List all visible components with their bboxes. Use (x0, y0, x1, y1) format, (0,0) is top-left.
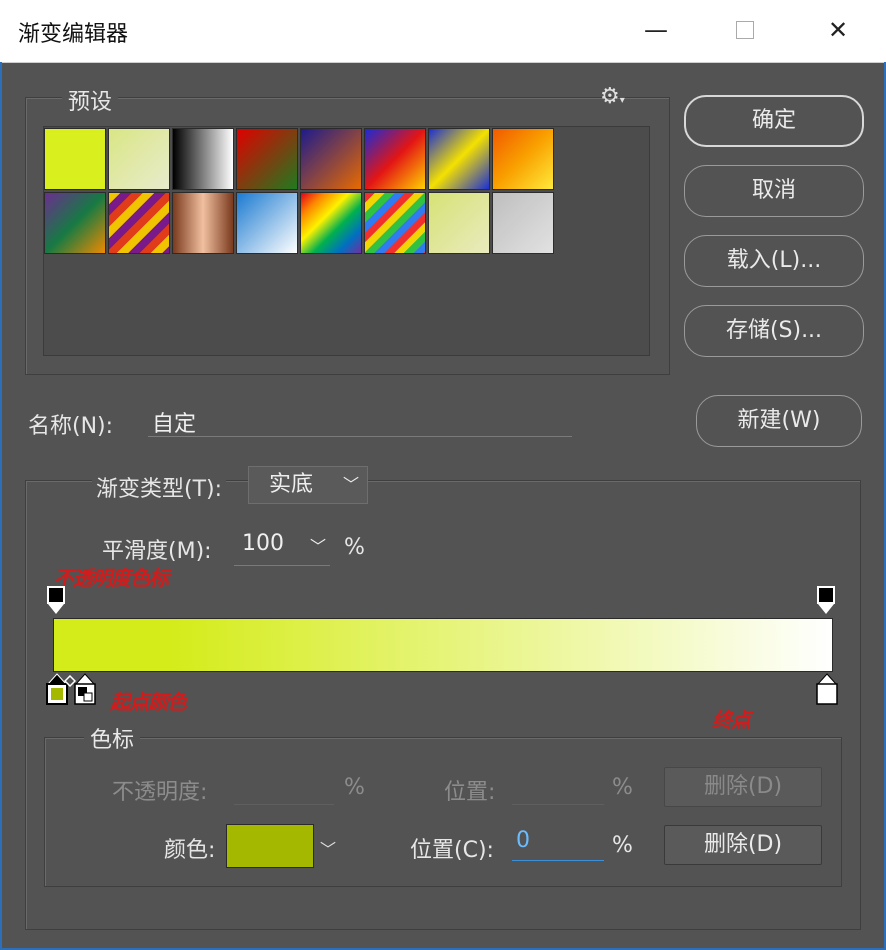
opacity-input (234, 772, 334, 805)
preset-swatch[interactable] (44, 128, 106, 190)
preset-swatch[interactable] (172, 192, 234, 254)
gradient-type-value: 实底 (269, 472, 314, 497)
save-button[interactable]: 存储(S)... (684, 305, 864, 357)
preset-swatch[interactable] (364, 128, 426, 190)
chevron-down-icon: ﹀ (309, 537, 326, 556)
opacity-delete-button[interactable]: 删除(D) (664, 767, 822, 807)
minimize-button[interactable]: — (636, 12, 676, 48)
color-swatch[interactable] (226, 824, 314, 868)
stops-legend: 色标 (84, 722, 141, 754)
annotation-end-color: 终点 (712, 708, 751, 732)
window-title: 渐变编辑器 (18, 22, 129, 47)
color-position-unit: % (612, 833, 633, 858)
opacity-position-input (512, 772, 604, 805)
opacity-stop-left[interactable] (47, 586, 65, 614)
preset-swatch[interactable] (236, 128, 298, 190)
color-stop-right[interactable] (816, 672, 838, 710)
name-input[interactable]: 自定 (148, 406, 572, 437)
preset-swatch[interactable] (492, 192, 554, 254)
annotation-start-color: 起点颜色 (110, 690, 187, 714)
preset-swatch[interactable] (300, 128, 362, 190)
chevron-down-icon: ﹀ (342, 475, 359, 494)
preset-swatch[interactable] (108, 128, 170, 190)
presets-legend: 预设 (62, 84, 119, 116)
cancel-button[interactable]: 取消 (684, 165, 864, 217)
new-button[interactable]: 新建(W) (696, 395, 862, 447)
preset-swatch[interactable] (108, 192, 170, 254)
preset-swatch[interactable] (236, 192, 298, 254)
gradient-type-select[interactable]: 实底 ﹀ (248, 466, 368, 504)
preset-swatch[interactable] (428, 192, 490, 254)
preset-swatch[interactable] (428, 128, 490, 190)
color-label: 颜色: (164, 838, 216, 863)
opacity-position-unit: % (612, 775, 633, 800)
maximize-icon (736, 21, 754, 39)
opacity-unit: % (344, 775, 365, 800)
smoothness-value: 100 (242, 531, 284, 556)
color-position-input[interactable]: 0 (512, 828, 604, 861)
smoothness-label: 平滑度(M): (102, 539, 212, 564)
smoothness-unit: % (344, 535, 365, 560)
opacity-position-label: 位置: (444, 780, 496, 805)
color-position-value: 0 (516, 828, 530, 853)
load-button[interactable]: 载入(L)... (684, 235, 864, 287)
chevron-down-icon[interactable]: ﹀ (320, 836, 336, 860)
window-border-left (0, 62, 2, 950)
maximize-button[interactable] (725, 12, 765, 48)
gear-icon[interactable]: ⚙▾ (600, 84, 625, 109)
ok-button[interactable]: 确定 (684, 95, 864, 147)
gradient-type-label: 渐变类型(T): (92, 471, 227, 503)
opacity-label: 不透明度: (112, 780, 208, 805)
name-label: 名称(N): (28, 414, 114, 439)
gradient-preview-bar[interactable] (53, 618, 833, 672)
smoothness-input[interactable]: 100 ﹀ (234, 531, 330, 566)
preset-swatch[interactable] (44, 192, 106, 254)
foreground-color-stop[interactable] (74, 672, 96, 710)
close-button[interactable]: ✕ (818, 12, 858, 48)
annotation-opacity-stop: 不透明度色标 (54, 566, 169, 590)
color-position-label: 位置(C): (410, 838, 494, 863)
color-delete-button[interactable]: 删除(D) (664, 825, 822, 865)
opacity-stop-right[interactable] (817, 586, 835, 614)
preset-swatch[interactable] (300, 192, 362, 254)
preset-swatch[interactable] (364, 192, 426, 254)
preset-swatch[interactable] (172, 128, 234, 190)
preset-swatch[interactable] (492, 128, 554, 190)
